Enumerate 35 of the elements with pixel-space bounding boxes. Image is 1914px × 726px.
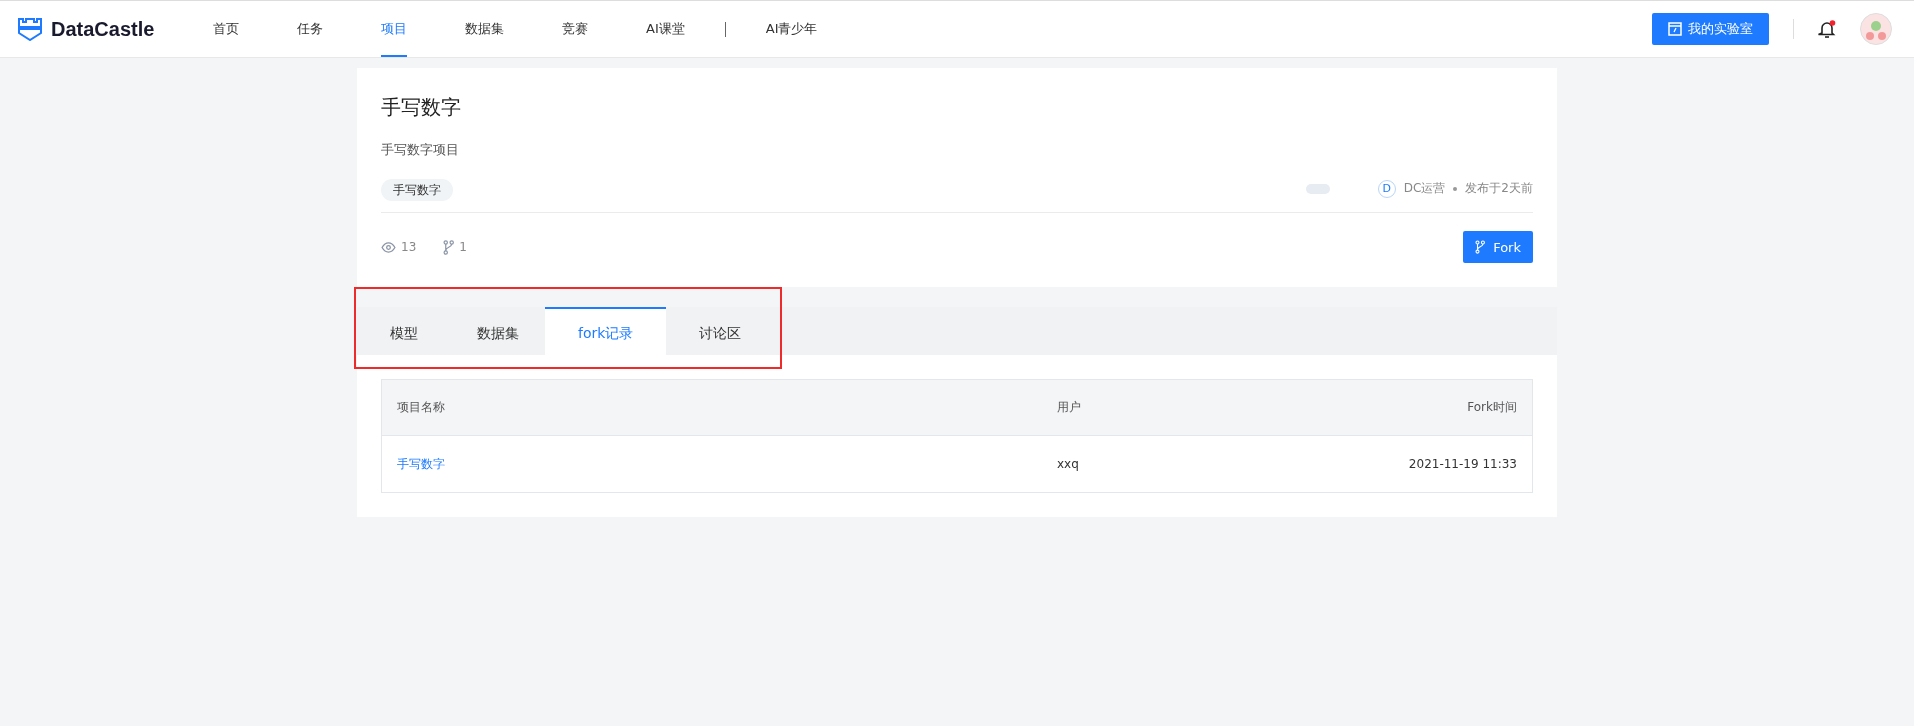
author-name[interactable]: DC运营 [1403,180,1446,197]
user-avatar[interactable] [1860,13,1892,45]
project-link[interactable]: 手写数字 [397,455,1057,473]
column-header: Fork时间 [1467,399,1517,416]
lab-icon [1668,22,1682,36]
tag[interactable]: 手写数字 [381,179,453,201]
table-cell: 2021-11-19 11:33 [1408,457,1517,471]
publish-time: 发布于2天前 [1465,180,1533,197]
column-header: 项目名称 [397,399,446,416]
nav-link[interactable]: 任务 [297,1,323,57]
nav-link[interactable]: AI课堂 [646,1,685,57]
my-lab-button[interactable]: 我的实验室 [1652,13,1769,45]
tab[interactable]: 数据集 [451,307,545,355]
fork-button[interactable]: Fork [1463,231,1533,263]
branch-icon [443,239,455,255]
tab[interactable]: fork记录 [545,307,667,355]
project-description: 手写数字项目 [381,141,460,159]
eye-icon [381,241,396,253]
nav-link[interactable]: 首页 [213,1,239,57]
notification-bell-icon[interactable] [1818,20,1836,38]
view-count: 13 [401,240,417,254]
tab[interactable]: 模型 [357,307,451,355]
castle-logo-icon[interactable] [17,17,43,41]
nav-link[interactable]: AI青少年 [765,1,818,57]
blank-pill [1305,183,1330,194]
logo-text[interactable]: DataCastle [51,17,155,41]
column-header: 用户 [1057,399,1082,416]
nav-link[interactable]: 竞赛 [562,1,588,57]
nav-link[interactable]: 数据集 [465,1,504,57]
branch-icon [1475,240,1486,254]
project-title: 手写数字 [381,94,462,121]
tab[interactable]: 讨论区 [666,307,775,355]
table-cell-text: xxq [1057,457,1080,471]
nav-link[interactable]: 项目 [381,1,407,57]
fork-count: 1 [459,240,467,254]
